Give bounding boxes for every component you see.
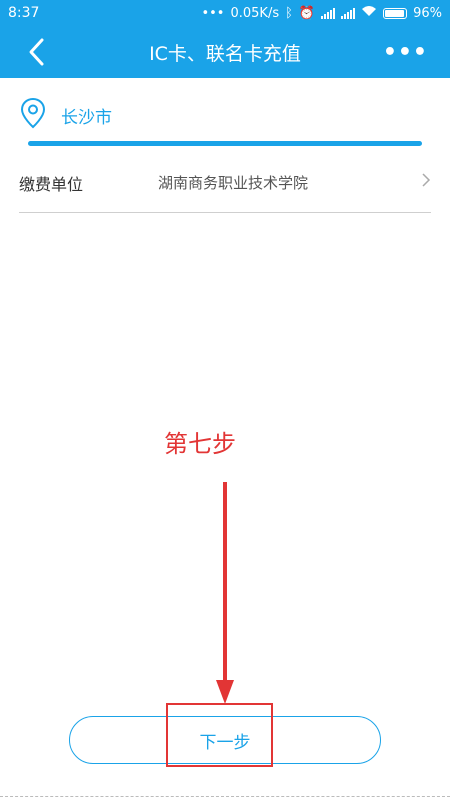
annotation-highlight-box bbox=[166, 703, 273, 767]
dots-icon: ••• bbox=[201, 5, 225, 21]
city-selector[interactable]: 长沙市 bbox=[0, 78, 450, 146]
payment-unit-row[interactable]: 缴费单位 湖南商务职业技术学院 bbox=[19, 158, 431, 213]
bluetooth-icon: ᛒ bbox=[285, 5, 293, 21]
battery-icon bbox=[383, 7, 408, 19]
nav-bar: IC卡、联名卡充值 ••• bbox=[0, 26, 450, 78]
chevron-right-icon bbox=[422, 173, 431, 187]
payment-unit-value: 湖南商务职业技术学院 bbox=[158, 174, 309, 192]
bottom-divider bbox=[0, 796, 450, 797]
city-name: 长沙市 bbox=[61, 108, 112, 128]
annotation-arrow bbox=[216, 482, 234, 704]
network-speed: 0.05K/s bbox=[230, 5, 280, 21]
battery-percent: 96% bbox=[413, 5, 442, 21]
status-icons: ••• 0.05K/s ᛒ ⏰ 96% bbox=[201, 5, 442, 21]
step-annotation: 第七步 bbox=[164, 430, 236, 458]
more-options-button[interactable]: ••• bbox=[383, 40, 428, 65]
location-pin-icon bbox=[20, 97, 46, 129]
city-underline bbox=[28, 141, 422, 146]
status-time: 8:37 bbox=[8, 5, 40, 21]
signal-icon-2 bbox=[341, 7, 356, 19]
status-bar: 8:37 ••• 0.05K/s ᛒ ⏰ 96% bbox=[0, 0, 450, 26]
payment-unit-label: 缴费单位 bbox=[19, 175, 84, 194]
signal-icon bbox=[321, 7, 336, 19]
wifi-icon bbox=[361, 5, 377, 21]
alarm-icon: ⏰ bbox=[298, 5, 316, 21]
